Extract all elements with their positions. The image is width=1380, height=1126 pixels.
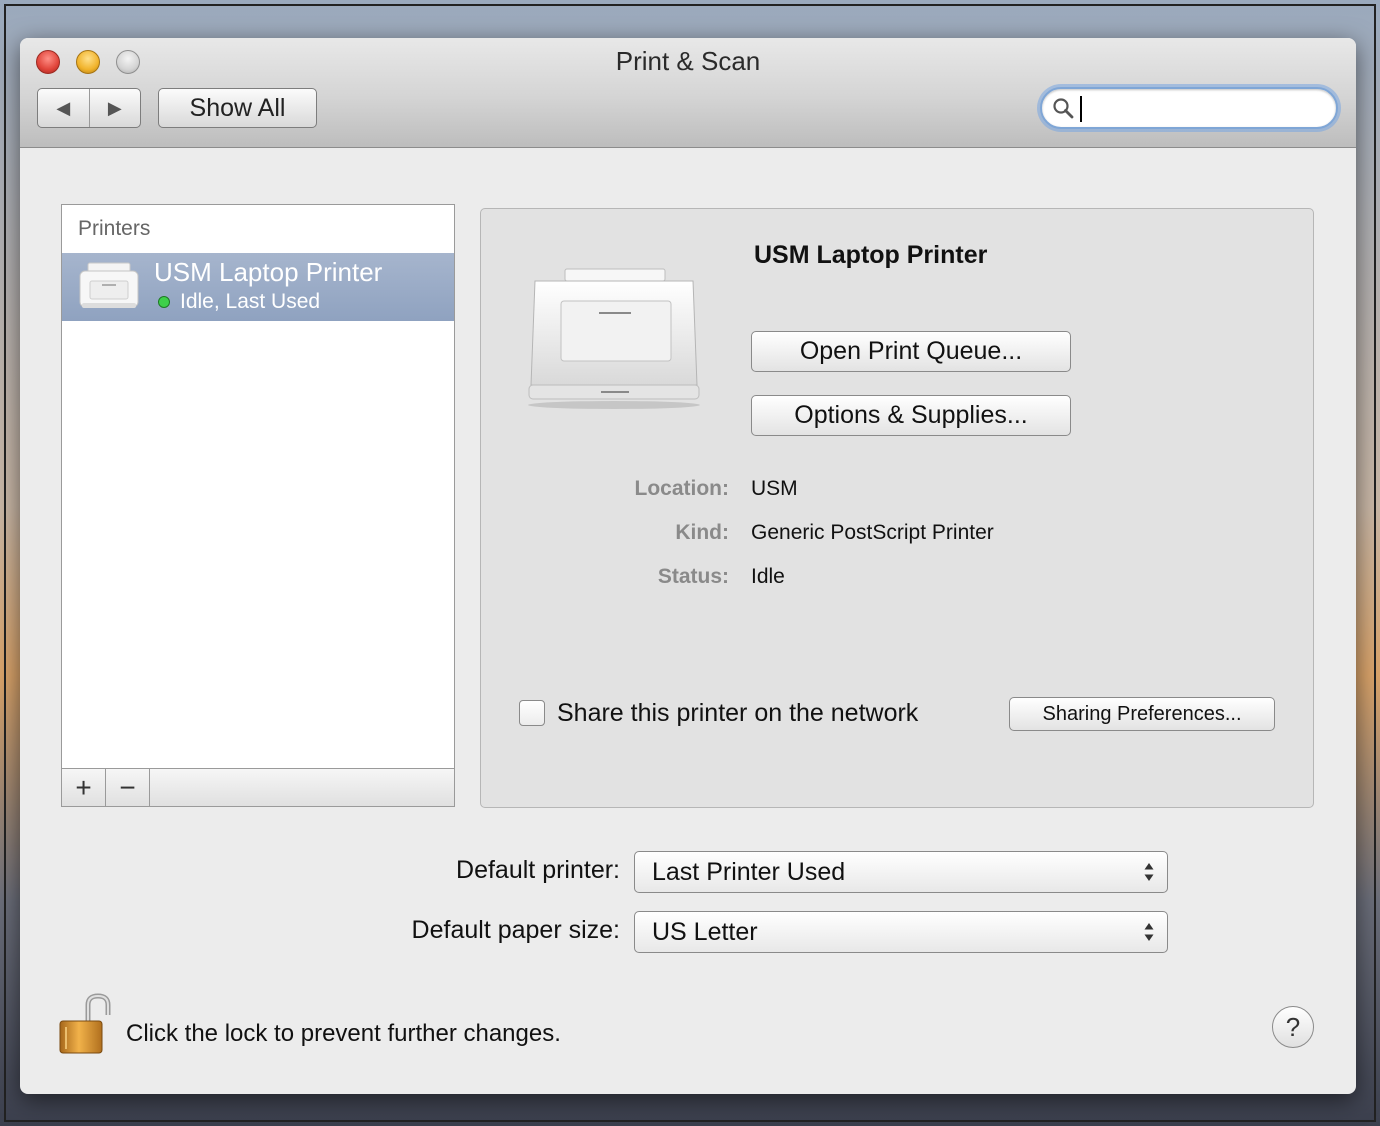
forward-button[interactable]: ▶ — [90, 89, 141, 127]
back-button[interactable]: ◀ — [38, 89, 90, 127]
default-printer-label: Default printer: — [456, 856, 620, 884]
default-paper-size-value: US Letter — [652, 918, 758, 946]
printers-list-header: Printers — [78, 217, 151, 240]
sharing-preferences-button[interactable]: Sharing Preferences... — [1009, 697, 1275, 731]
kind-label: Kind: — [675, 521, 729, 544]
back-arrow-icon: ◀ — [56, 97, 71, 118]
default-printer-value: Last Printer Used — [652, 858, 846, 886]
search-icon — [1053, 98, 1074, 119]
printer-icon — [79, 262, 139, 308]
up-down-arrows-icon — [1144, 923, 1154, 941]
printers-list: Printers USM Laptop Printer Idle, Last U… — [61, 204, 455, 807]
search-input[interactable] — [1078, 93, 1328, 123]
open-print-queue-button[interactable]: Open Print Queue... — [751, 331, 1071, 372]
printer-list-item[interactable]: USM Laptop Printer Idle, Last Used — [62, 253, 454, 321]
text-caret — [1080, 96, 1082, 122]
options-supplies-button[interactable]: Options & Supplies... — [751, 395, 1071, 436]
title-bar: Print & Scan ◀ ▶ Show All — [20, 38, 1356, 148]
list-footer-bar: + − — [62, 768, 454, 806]
lock-message: Click the lock to prevent further change… — [126, 1020, 561, 1047]
kind-value: Generic PostScript Printer — [751, 521, 994, 544]
status-indicator-icon — [158, 296, 170, 308]
location-value: USM — [751, 477, 798, 500]
printer-name-heading: USM Laptop Printer — [754, 241, 988, 269]
status-value: Idle — [751, 565, 785, 588]
help-button[interactable]: ? — [1272, 1006, 1314, 1048]
location-label: Location: — [634, 477, 730, 500]
printer-list-item-name: USM Laptop Printer — [154, 257, 383, 287]
share-printer-checkbox[interactable] — [519, 700, 545, 726]
unlocked-padlock-icon[interactable] — [58, 993, 114, 1057]
status-label: Status: — [657, 565, 729, 588]
show-all-button[interactable]: Show All — [158, 88, 317, 128]
printer-icon — [528, 268, 700, 409]
default-paper-size-label: Default paper size: — [411, 916, 620, 944]
default-paper-size-popup[interactable]: US Letter — [634, 911, 1168, 953]
print-scan-window: Print & Scan ◀ ▶ Show All Printers USM L… — [20, 38, 1356, 1094]
printer-list-item-status: Idle, Last Used — [180, 290, 321, 313]
back-forward-control: ◀ ▶ — [37, 88, 141, 128]
printer-detail-panel: USM Laptop Printer Open Print Queue... O… — [480, 208, 1314, 808]
help-icon: ? — [1285, 1011, 1301, 1042]
up-down-arrows-icon — [1144, 863, 1154, 881]
search-field[interactable] — [1040, 87, 1338, 129]
add-printer-button[interactable]: + — [62, 769, 106, 806]
default-printer-popup[interactable]: Last Printer Used — [634, 851, 1168, 893]
remove-printer-button[interactable]: − — [106, 769, 150, 806]
window-title: Print & Scan — [615, 46, 761, 76]
share-printer-label[interactable]: Share this printer on the network — [557, 699, 918, 728]
forward-arrow-icon: ▶ — [107, 97, 122, 118]
